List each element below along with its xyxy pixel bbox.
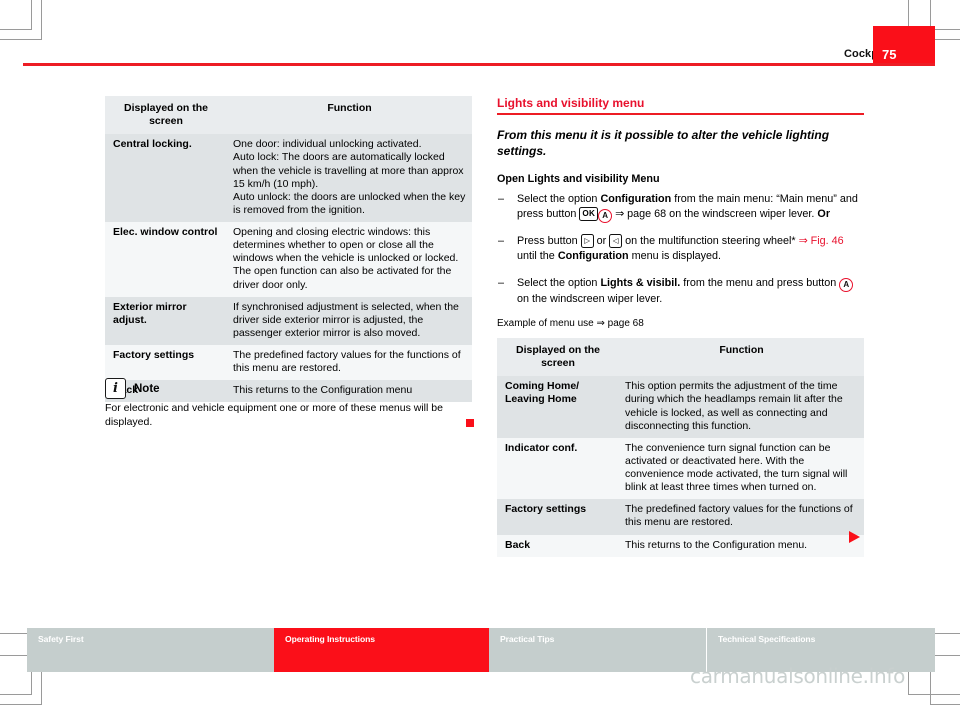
bullet-text-part: menu is displayed. xyxy=(628,250,722,263)
right-column: Lights and visibility menu From this men… xyxy=(497,96,864,557)
note-title: Note xyxy=(134,382,160,395)
row-function: The predefined factory values for the fu… xyxy=(625,503,853,529)
bullet-text-part: Press button xyxy=(517,235,581,248)
bullet-text-part: from the menu and press button xyxy=(680,276,840,289)
row-label: Factory settings xyxy=(505,503,587,516)
list-item: – Press button ▷ or ◁ on the multifunctio… xyxy=(497,234,864,265)
table-row: Coming Home/ Leaving Home This option pe… xyxy=(497,376,864,438)
table-header-row: Displayed on the screen Function xyxy=(497,338,864,377)
column-header-line1: Displayed on the xyxy=(515,344,600,357)
column-header-displayed: Displayed on the screen xyxy=(105,96,225,135)
page-title: Lights and visibility menu xyxy=(497,96,645,110)
section-rule xyxy=(497,113,864,115)
footer-tab-label: Practical Tips xyxy=(500,634,555,644)
figure-cross-reference[interactable]: ⇒ Fig. 46 xyxy=(799,235,844,247)
page-number-badge: 75 xyxy=(873,26,935,66)
row-function: If synchronised adjustment is selected, … xyxy=(233,300,459,339)
column-header-function: Function xyxy=(225,96,472,135)
section-end-marker xyxy=(466,419,474,427)
bullet-text-part: on the multifunction steering wheel* xyxy=(622,235,799,248)
central-locking-menu-table: Displayed on the screen Function Central… xyxy=(105,96,472,403)
table-row: Factory settings The predefined factory … xyxy=(497,499,864,535)
page-number: 75 xyxy=(882,47,897,62)
table-row: Back This returns to the Configuration m… xyxy=(497,534,864,557)
watermark: carmanualsonline.info xyxy=(690,664,906,688)
bullet-text-part: on the windscreen wiper lever. xyxy=(517,292,663,305)
crop-mark-top-left-inner xyxy=(0,0,42,40)
bullet-dash: – xyxy=(498,192,505,205)
footer-tab-label: Technical Specifications xyxy=(718,634,816,644)
example-reference: Example of menu use ⇒ page 68 xyxy=(497,318,644,330)
continue-arrow-icon xyxy=(849,531,860,543)
table-row: Factory settings The predefined factory … xyxy=(105,345,472,381)
note-callout: i Note For electronic and vehicle equipm… xyxy=(105,378,472,430)
row-function: The predefined factory values for the fu… xyxy=(233,349,461,375)
arrow-right-button-icon: ▷ xyxy=(580,234,594,248)
table-header-row: Displayed on the screen Function xyxy=(105,96,472,135)
table-row: Elec. window control Opening and closing… xyxy=(105,222,472,297)
bullet-dash: – xyxy=(498,276,505,289)
header-rule xyxy=(23,63,935,66)
row-function: One door: individual unlocking activated… xyxy=(233,138,466,216)
button-a-icon: A xyxy=(839,277,854,292)
column-header-line1: Displayed on the xyxy=(123,102,208,114)
bullet-text-part: until the xyxy=(517,250,558,263)
footer-tab-safety-first[interactable]: Safety First xyxy=(27,628,274,672)
info-icon: i xyxy=(105,378,126,399)
bullet-text-part: Select the option xyxy=(517,192,601,205)
bullet-bold-term: Configuration xyxy=(557,250,629,263)
row-label: Indicator conf. xyxy=(505,441,578,454)
list-item: – Select the option Configuration from th… xyxy=(497,192,864,224)
row-function: The convenience turn signal function can… xyxy=(625,441,848,494)
row-function: This option permits the adjustment of th… xyxy=(625,380,843,432)
bullet-bold-term: Configuration xyxy=(600,192,672,205)
list-item: – Select the option Lights & visibil. fro… xyxy=(497,276,864,307)
left-column: Displayed on the screen Function Central… xyxy=(105,96,472,403)
row-label: Back xyxy=(505,538,531,551)
footer-tab-operating-instructions[interactable]: Operating Instructions xyxy=(274,628,489,672)
bullet-bold-term: Lights & visibil. xyxy=(600,276,681,289)
bullet-dash: – xyxy=(498,235,505,248)
row-label: Elec. window control xyxy=(113,226,218,238)
ok-button-icon: OK xyxy=(579,207,599,222)
button-a-icon: A xyxy=(598,209,613,224)
row-function: Opening and closing electric windows: th… xyxy=(233,226,459,291)
table-row: Indicator conf. The convenience turn sig… xyxy=(497,437,864,500)
column-header-function: Function xyxy=(617,338,864,377)
note-header: i Note xyxy=(105,378,472,399)
bullet-text-part: Select the option xyxy=(517,276,601,289)
bullet-bold-term: Or xyxy=(817,208,831,221)
row-label: Factory settings xyxy=(113,349,195,361)
row-label: Exterior mirror adjust. xyxy=(113,300,187,326)
footer-tab-practical-tips[interactable]: Practical Tips xyxy=(489,628,706,672)
footer-tab-label: Safety First xyxy=(38,634,84,644)
lights-visibility-menu-table: Displayed on the screen Function Coming … xyxy=(497,338,864,557)
sub-heading: Open Lights and visibility Menu xyxy=(497,172,660,185)
bullet-text-part: or xyxy=(593,235,610,248)
footer-tab-label: Operating Instructions xyxy=(285,634,375,644)
row-function: This returns to the Configuration menu. xyxy=(625,538,808,551)
table-row: Exterior mirror adjust. If synchronised … xyxy=(105,296,472,345)
note-body: For electronic and vehicle equipment one… xyxy=(105,402,443,428)
section-intro: From this menu it is it possible to alte… xyxy=(497,127,830,158)
bullet-text-part: ⇒ page 68 on the windscreen wiper lever. xyxy=(612,208,818,221)
row-label: Central locking. xyxy=(113,138,192,151)
column-header-line2: screen xyxy=(541,357,575,370)
arrow-left-button-icon: ◁ xyxy=(609,234,623,248)
column-header-line2: screen xyxy=(149,115,183,128)
table-row: Central locking. One door: individual un… xyxy=(105,134,472,222)
row-label: Coming Home/ Leaving Home xyxy=(505,380,580,406)
column-header-displayed: Displayed on the screen xyxy=(497,338,617,377)
